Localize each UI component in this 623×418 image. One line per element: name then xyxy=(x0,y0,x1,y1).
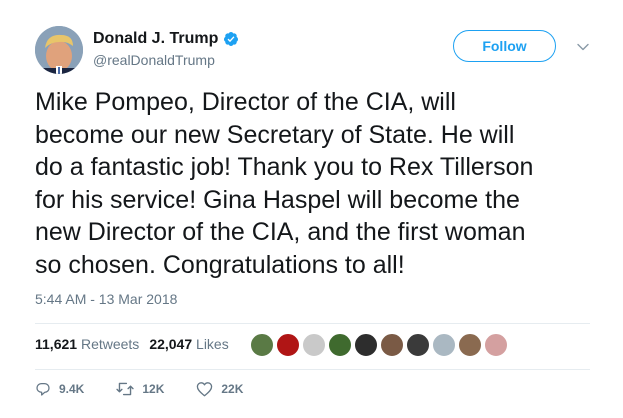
like-count-label: Likes xyxy=(196,336,229,352)
author-name-row[interactable]: Donald J. Trump xyxy=(93,30,239,48)
retweet-action-count: 12K xyxy=(142,382,165,396)
liker-avatar[interactable] xyxy=(380,333,404,357)
tweet-timestamp[interactable]: 5:44 AM - 13 Mar 2018 xyxy=(35,291,177,307)
liker-avatar[interactable] xyxy=(276,333,300,357)
like-count-value: 22,047 xyxy=(149,336,193,352)
author-display-name[interactable]: Donald J. Trump xyxy=(93,30,218,48)
like-count-stat[interactable]: 22,047 Likes xyxy=(149,336,228,352)
divider xyxy=(35,323,590,324)
reply-action[interactable]: 9.4K xyxy=(35,381,84,397)
retweet-count-value: 11,621 xyxy=(35,336,78,352)
liker-avatar[interactable] xyxy=(458,333,482,357)
liker-avatar[interactable] xyxy=(432,333,456,357)
heart-icon xyxy=(196,381,213,397)
like-action-count: 22K xyxy=(221,382,244,396)
tweet-card: Donald J. Trump @realDonaldTrump Follow … xyxy=(0,0,623,418)
tweet-text: Mike Pompeo, Director of the CIA, will b… xyxy=(35,88,534,279)
liker-avatar[interactable] xyxy=(250,333,274,357)
reply-count: 9.4K xyxy=(59,382,85,396)
liker-avatar[interactable] xyxy=(302,333,326,357)
chevron-down-icon[interactable] xyxy=(576,40,590,54)
follow-button[interactable]: Follow xyxy=(453,30,556,62)
liker-avatar[interactable] xyxy=(354,333,378,357)
liker-avatar[interactable] xyxy=(406,333,430,357)
author-handle[interactable]: @realDonaldTrump xyxy=(93,52,215,68)
tweet-stats: 11,621 Retweets 22,047 Likes xyxy=(35,336,239,352)
liker-avatar[interactable] xyxy=(328,333,352,357)
liker-avatars xyxy=(250,333,508,357)
retweet-count-label: Retweets xyxy=(80,336,140,352)
retweet-action[interactable]: 12K xyxy=(116,381,164,397)
verified-badge-icon xyxy=(223,31,239,47)
tweet-actions: 9.4K 12K 22K xyxy=(35,381,275,397)
like-action[interactable]: 22K xyxy=(196,381,243,397)
retweet-icon xyxy=(116,381,135,397)
reply-icon xyxy=(35,381,51,397)
liker-avatar[interactable] xyxy=(484,333,508,357)
divider xyxy=(35,369,590,370)
retweet-count-stat[interactable]: 11,621 Retweets xyxy=(35,336,139,352)
author-avatar[interactable] xyxy=(35,26,83,74)
